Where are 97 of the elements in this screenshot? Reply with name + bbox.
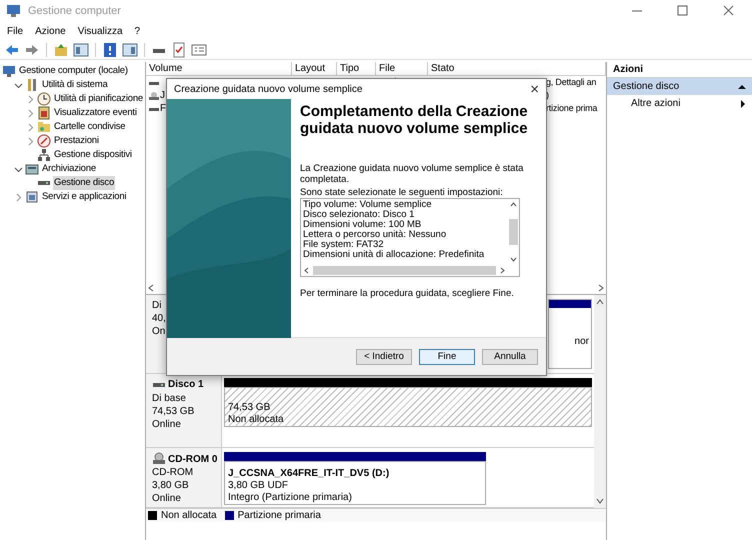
scroll-down-icon[interactable] <box>510 257 517 262</box>
disk-info: Di base <box>152 392 187 405</box>
event-log-icon <box>37 106 51 120</box>
partition-info: Non allocata <box>228 414 285 426</box>
disk-info: 40, <box>152 312 167 325</box>
gauge-icon <box>37 134 51 148</box>
partition-bar <box>549 300 591 308</box>
wizard-heading: Completamento della Creazione guidata nuovo volume semplice <box>300 103 529 137</box>
wizard-text: La Creazione guidata nuovo volume semplice è stata completata. <box>300 163 524 185</box>
menu-item[interactable]: File <box>6 24 24 38</box>
settings-line: Dimensioni unità di allocazione: Predefinita <box>303 250 486 260</box>
tree-pane-icon[interactable] <box>73 42 89 58</box>
tree-item[interactable]: Archiviazione <box>41 162 97 176</box>
disk-info: 74,53 GB <box>152 404 196 418</box>
clock-icon <box>37 92 51 106</box>
settings-line: Dimensioni volume: 100 MB <box>303 220 422 230</box>
window-title: Gestione computer <box>28 4 121 19</box>
partition-info: 74,53 GB <box>228 402 272 414</box>
legend-label: Non allocata <box>161 509 217 523</box>
menu-item[interactable]: ? <box>134 24 142 38</box>
scroll-left-icon[interactable] <box>304 267 309 274</box>
disk-info: 3,80 GB <box>152 479 190 492</box>
computer-icon <box>2 64 16 78</box>
column-header[interactable]: Volume <box>146 62 292 75</box>
partition-info: nor <box>574 335 590 349</box>
disk-info: Di <box>152 299 162 312</box>
device-tree-icon <box>37 148 51 162</box>
shared-folder-icon <box>37 120 51 134</box>
chevron-right-icon[interactable] <box>26 108 35 118</box>
settings-line: Tipo volume: Volume semplice <box>303 200 432 210</box>
submenu-arrow-icon[interactable] <box>740 100 746 108</box>
chevron-right-icon[interactable] <box>14 192 23 202</box>
column-header[interactable]: Stato <box>428 62 606 75</box>
scroll-left-icon[interactable] <box>148 284 154 292</box>
chevron-right-icon[interactable] <box>26 136 35 146</box>
tree-item[interactable]: Gestione disco <box>53 176 116 190</box>
cd-drive-icon <box>152 452 166 466</box>
disk-info: On <box>152 325 166 338</box>
table-cell-text: F <box>160 102 166 116</box>
column-header[interactable]: File <box>376 62 428 75</box>
chevron-down-icon[interactable] <box>14 164 23 174</box>
tree-item[interactable]: Utilità di sistema <box>41 78 109 92</box>
computer-icon <box>6 3 22 19</box>
tree-item[interactable]: Servizi e applicazioni <box>41 190 128 204</box>
partition-title: J_CCSNA_X64FRE_IT-IT_DV5 (D:) <box>228 468 390 480</box>
folder-up-icon[interactable] <box>53 42 69 58</box>
disk-info: CD-ROM <box>152 466 194 479</box>
wizard-text: Sono state selezionate le seguenti impostazioni: <box>300 187 504 198</box>
scroll-right-icon[interactable] <box>500 267 505 274</box>
section-header[interactable]: Gestione disco <box>607 78 752 95</box>
tree-item[interactable]: Prestazioni <box>53 134 100 148</box>
chevron-right-icon[interactable] <box>26 94 35 104</box>
table-cell-text: J <box>160 89 165 103</box>
column-header[interactable]: Layout <box>292 62 337 75</box>
tree-item[interactable]: Visualizzatore eventi <box>53 106 138 120</box>
close-button[interactable]: × <box>530 82 539 96</box>
disk-name: Disco 1 <box>168 378 204 392</box>
scroll-thumb[interactable] <box>313 266 496 275</box>
properties-icon[interactable] <box>191 42 207 58</box>
table-cell-text: rtizione prima <box>546 102 598 115</box>
action-item[interactable]: Altre azioni <box>607 95 752 112</box>
disk-name: CD-ROM 0 <box>168 452 218 466</box>
scroll-right-icon[interactable] <box>598 284 604 292</box>
settings-line: Disco selezionato: Disco 1 <box>303 210 416 220</box>
dialog-title: Creazione guidata nuovo volume semplice <box>174 82 362 96</box>
wizard-button[interactable]: Fine <box>419 348 475 364</box>
storage-icon <box>25 162 39 176</box>
wizard-text: Per terminare la procedura guidata, scegliere Fine. <box>300 288 515 299</box>
menu-item[interactable]: Visualizza <box>76 24 124 38</box>
checklist-icon[interactable] <box>171 42 187 58</box>
services-icon <box>25 190 39 204</box>
settings-line: Lettera o percorso unità: Nessuno <box>303 230 448 240</box>
tree-item[interactable]: Utilità di pianificazione <box>53 92 144 106</box>
partition-info: Integro (Partizione primaria) <box>228 492 353 504</box>
scrollbar[interactable] <box>594 295 606 508</box>
column-header[interactable]: Tipo <box>337 62 376 75</box>
scroll-up-icon[interactable] <box>596 299 604 305</box>
pane-icon[interactable] <box>122 42 138 58</box>
chevron-down-icon[interactable] <box>14 80 23 90</box>
scroll-up-icon[interactable] <box>510 202 517 207</box>
wizard-button[interactable]: Annulla <box>482 348 538 364</box>
tree-item[interactable]: Cartelle condivise <box>53 120 126 134</box>
wizard-button[interactable]: < Indietro <box>356 348 412 364</box>
settings-line: File system: FAT32 <box>303 240 385 250</box>
collapse-icon[interactable] <box>738 84 746 90</box>
scroll-down-icon[interactable] <box>596 498 604 504</box>
disk-info: Online <box>152 418 182 431</box>
tree-item[interactable]: Gestione computer (locale) <box>18 64 129 78</box>
menu-item[interactable]: Azione <box>34 24 67 38</box>
chevron-right-icon[interactable] <box>26 122 35 132</box>
partition-info: 3,80 GB UDF <box>228 480 290 492</box>
help-icon[interactable] <box>102 42 118 58</box>
scroll-thumb[interactable] <box>509 219 518 245</box>
cd-drive-icon <box>149 90 159 100</box>
tree-item[interactable]: Gestione dispositivi <box>53 148 133 162</box>
disk-info: Online <box>152 492 182 505</box>
legend-label: Partizione primaria <box>238 509 321 523</box>
